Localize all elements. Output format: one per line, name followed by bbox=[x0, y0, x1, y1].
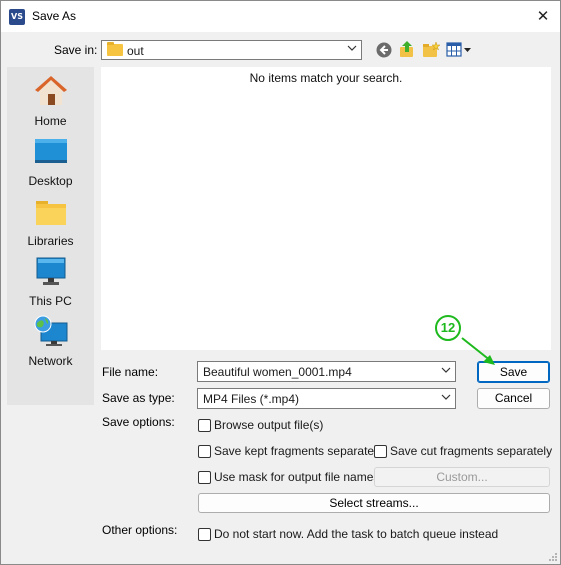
view-menu-icon[interactable] bbox=[446, 42, 472, 58]
other-options-label: Other options: bbox=[102, 523, 178, 537]
place-libraries[interactable]: Libraries bbox=[7, 195, 94, 253]
place-this-pc-label: This PC bbox=[29, 294, 72, 308]
cancel-button[interactable]: Cancel bbox=[477, 388, 550, 409]
browse-output-checkbox[interactable]: Browse output file(s) bbox=[198, 418, 323, 432]
place-home-label: Home bbox=[34, 114, 67, 128]
chevron-down-icon bbox=[441, 394, 451, 400]
save-in-value: out bbox=[127, 44, 144, 58]
place-network-label: Network bbox=[28, 354, 73, 368]
file-list[interactable]: No items match your search. bbox=[101, 67, 551, 350]
close-icon: ✕ bbox=[536, 7, 550, 25]
place-libraries-label: Libraries bbox=[27, 234, 74, 248]
back-icon[interactable] bbox=[375, 41, 393, 59]
save-kept-fragments-checkbox[interactable]: Save kept fragments separately bbox=[198, 444, 383, 458]
save-options-label: Save options: bbox=[102, 415, 175, 429]
resize-grip-icon[interactable] bbox=[548, 552, 558, 562]
close-button[interactable]: ✕ bbox=[531, 5, 555, 27]
file-name-input[interactable]: Beautiful women_0001.mp4 bbox=[197, 361, 456, 382]
this-pc-icon bbox=[36, 257, 66, 285]
places-bar: Home Desktop Libraries This PC Network bbox=[7, 67, 94, 405]
save-cut-fragments-label: Save cut fragments separately bbox=[390, 444, 553, 458]
checkbox-box[interactable] bbox=[198, 444, 211, 458]
browse-output-label: Browse output file(s) bbox=[214, 418, 324, 432]
app-icon: VS bbox=[9, 9, 25, 25]
place-desktop[interactable]: Desktop bbox=[7, 135, 94, 193]
place-network[interactable]: Network bbox=[7, 315, 94, 373]
checkbox-box[interactable] bbox=[198, 527, 211, 541]
save-as-dialog: VS Save As ✕ Save in: out Home Desktop L… bbox=[0, 0, 561, 565]
title-bar: VS Save As ✕ bbox=[1, 1, 560, 32]
file-name-value: Beautiful women_0001.mp4 bbox=[203, 365, 352, 379]
save-in-dropdown[interactable]: out bbox=[101, 40, 362, 60]
new-folder-icon[interactable] bbox=[422, 41, 440, 59]
step-number-badge: 12 bbox=[435, 315, 461, 341]
place-this-pc[interactable]: This PC bbox=[7, 255, 94, 313]
checkbox-box[interactable] bbox=[198, 418, 211, 432]
folder-icon bbox=[107, 42, 123, 56]
do-not-start-label: Do not start now. Add the task to batch … bbox=[214, 527, 499, 541]
save-cut-fragments-checkbox[interactable]: Save cut fragments separately bbox=[374, 444, 552, 458]
save-kept-fragments-label: Save kept fragments separately bbox=[214, 444, 383, 458]
libraries-icon bbox=[36, 201, 66, 225]
home-icon bbox=[35, 76, 67, 105]
use-mask-checkbox[interactable]: Use mask for output file names bbox=[198, 470, 379, 484]
save-as-type-label: Save as type: bbox=[102, 391, 175, 405]
desktop-icon bbox=[35, 139, 67, 163]
place-desktop-label: Desktop bbox=[28, 174, 73, 188]
file-name-label: File name: bbox=[102, 365, 159, 379]
save-as-type-value: MP4 Files (*.mp4) bbox=[203, 392, 300, 406]
save-in-label: Save in: bbox=[54, 43, 98, 57]
chevron-down-icon bbox=[347, 45, 357, 51]
checkbox-box[interactable] bbox=[198, 470, 211, 484]
network-icon bbox=[34, 315, 68, 346]
place-home[interactable]: Home bbox=[7, 75, 94, 133]
checkbox-box[interactable] bbox=[374, 444, 387, 458]
empty-message: No items match your search. bbox=[249, 71, 403, 85]
window-title: Save As bbox=[32, 9, 77, 23]
up-folder-icon[interactable] bbox=[398, 40, 416, 58]
custom-button[interactable]: Custom... bbox=[374, 467, 550, 487]
select-streams-button[interactable]: Select streams... bbox=[198, 493, 550, 513]
save-as-type-dropdown[interactable]: MP4 Files (*.mp4) bbox=[197, 388, 456, 409]
use-mask-label: Use mask for output file names bbox=[214, 470, 380, 484]
do-not-start-checkbox[interactable]: Do not start now. Add the task to batch … bbox=[198, 527, 498, 541]
